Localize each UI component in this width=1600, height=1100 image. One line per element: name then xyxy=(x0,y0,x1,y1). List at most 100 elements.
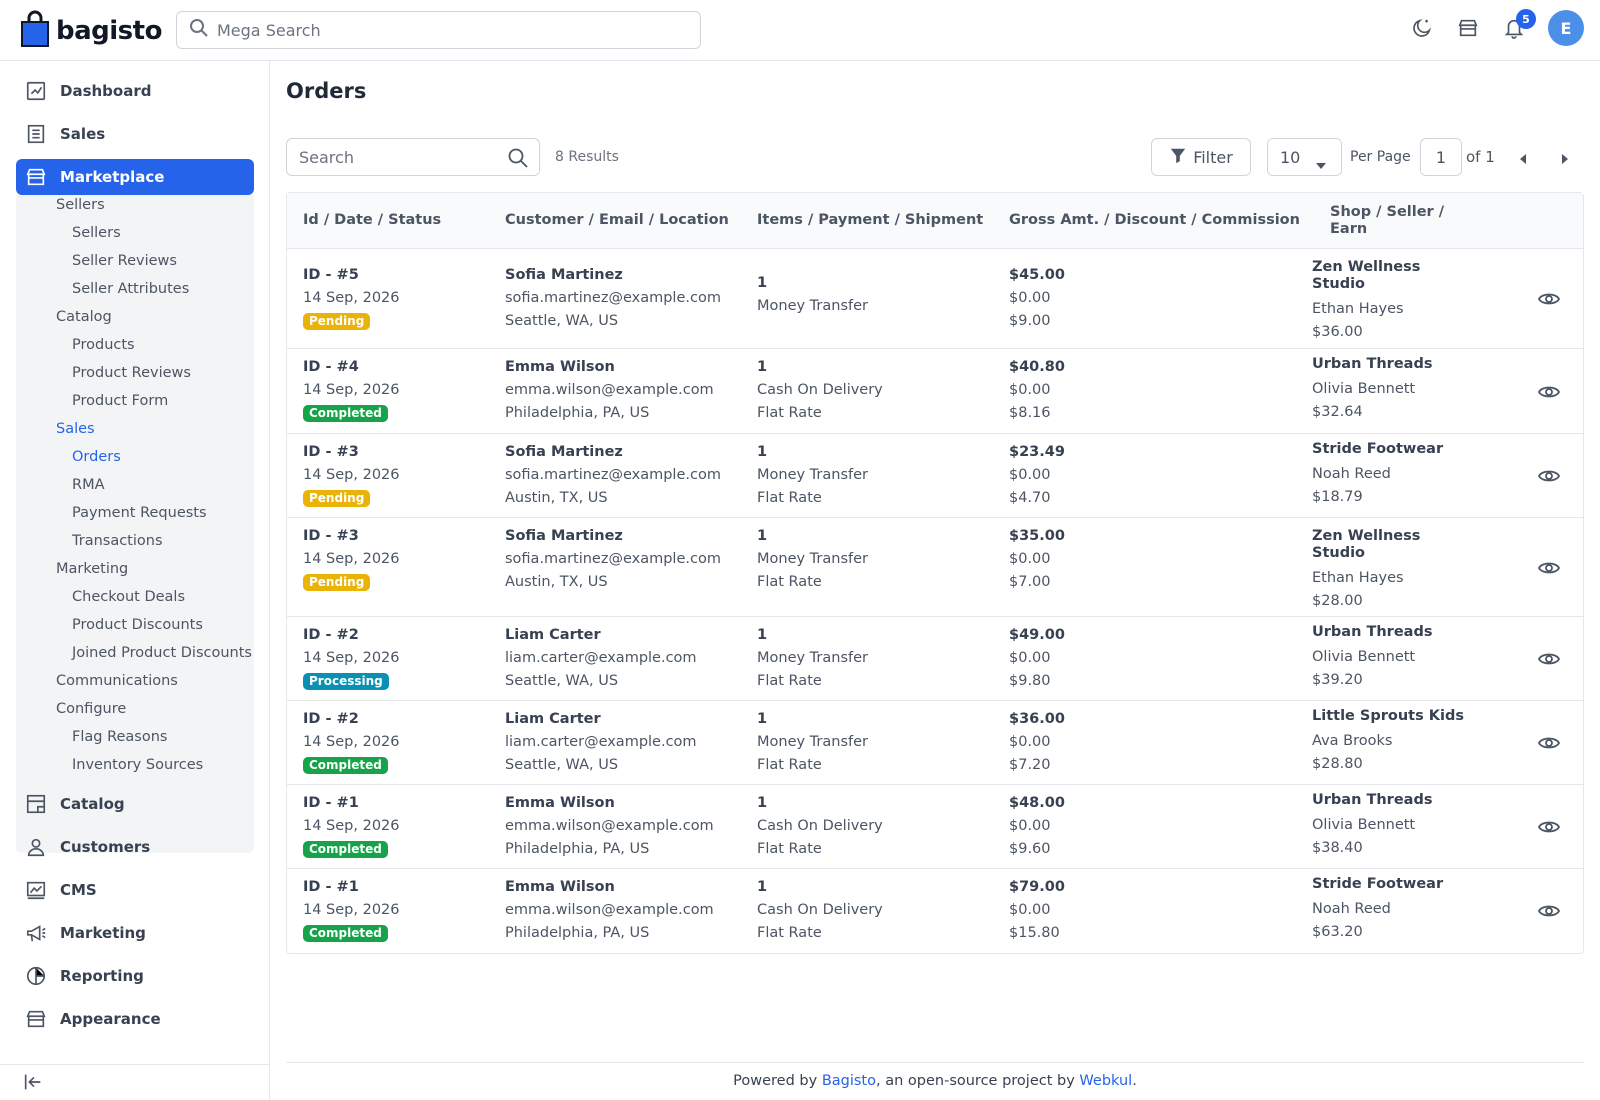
dashboard-icon xyxy=(24,79,48,103)
sidebar-item-marketplace[interactable]: Marketplace xyxy=(16,159,254,195)
order-id: ID - #2 xyxy=(303,711,359,727)
submenu-seller-attributes[interactable]: Seller Attributes xyxy=(72,281,189,297)
submenu-flag-reasons[interactable]: Flag Reasons xyxy=(72,729,167,745)
customers-icon xyxy=(24,835,48,859)
payment-method: Money Transfer xyxy=(757,467,868,483)
dark-mode-toggle-icon[interactable] xyxy=(1410,16,1434,40)
customer-location: Austin, TX, US xyxy=(505,574,608,590)
view-eye-icon[interactable] xyxy=(1537,556,1561,584)
sidebar-item-cms[interactable]: CMS xyxy=(16,872,254,908)
shop-name: Urban Threads xyxy=(1312,356,1433,372)
order-date: 14 Sep, 2026 xyxy=(303,818,400,834)
customer-email: liam.carter@example.com xyxy=(505,650,697,666)
column-header[interactable]: Items / Payment / Shipment xyxy=(757,212,983,228)
submenu-joined-product-discounts[interactable]: Joined Product Discounts xyxy=(72,645,252,661)
table-search-input[interactable] xyxy=(299,147,499,167)
column-header[interactable]: Customer / Email / Location xyxy=(505,212,729,228)
customer-email: emma.wilson@example.com xyxy=(505,382,714,398)
caret-down-icon xyxy=(1315,155,1327,174)
search-icon[interactable] xyxy=(507,147,529,173)
results-count: 8 Results xyxy=(555,149,619,165)
submenu-sellers[interactable]: Sellers xyxy=(56,197,105,213)
customer-name: Emma Wilson xyxy=(505,795,615,811)
seller-earn: $36.00 xyxy=(1312,324,1363,340)
collapse-sidebar-icon[interactable] xyxy=(22,1071,44,1097)
view-eye-icon[interactable] xyxy=(1537,647,1561,675)
submenu-marketing[interactable]: Marketing xyxy=(56,561,128,577)
submenu-configure[interactable]: Configure xyxy=(56,701,126,717)
view-eye-icon[interactable] xyxy=(1537,287,1561,315)
sidebar-item-dashboard[interactable]: Dashboard xyxy=(16,73,254,109)
logo[interactable]: bagisto xyxy=(20,10,162,52)
order-date: 14 Sep, 2026 xyxy=(303,650,400,666)
submenu-product-discounts[interactable]: Product Discounts xyxy=(72,617,203,633)
order-date: 14 Sep, 2026 xyxy=(303,382,400,398)
submenu-communications[interactable]: Communications xyxy=(56,673,178,689)
sidebar-item-catalog[interactable]: Catalog xyxy=(16,786,254,822)
sidebar-item-customers[interactable]: Customers xyxy=(16,829,254,865)
webkul-link[interactable]: Webkul xyxy=(1079,1073,1132,1089)
mega-search[interactable] xyxy=(176,11,701,49)
notification-bell-icon[interactable]: 5 xyxy=(1502,9,1536,40)
notification-badge: 5 xyxy=(1516,9,1536,29)
page-number-input[interactable] xyxy=(1420,138,1462,176)
view-eye-icon[interactable] xyxy=(1537,731,1561,759)
table-search[interactable] xyxy=(286,138,540,176)
customer-name: Liam Carter xyxy=(505,627,601,643)
gross-amount: $36.00 xyxy=(1009,711,1065,727)
view-eye-icon[interactable] xyxy=(1537,464,1561,492)
submenu-products[interactable]: Products xyxy=(72,337,135,353)
discount-amount: $0.00 xyxy=(1009,650,1051,666)
column-header[interactable]: Shop / Seller / Earn xyxy=(1330,204,1470,238)
per-page-select[interactable]: 10 xyxy=(1267,138,1342,176)
filter-button[interactable]: Filter xyxy=(1151,138,1251,176)
order-id: ID - #3 xyxy=(303,444,359,460)
sidebar: Dashboard Sales Marketplace Sellers Sell… xyxy=(0,61,270,1100)
customer-email: sofia.martinez@example.com xyxy=(505,290,721,306)
submenu-inventory-sources[interactable]: Inventory Sources xyxy=(72,757,203,773)
submenu-transactions[interactable]: Transactions xyxy=(72,533,163,549)
view-eye-icon[interactable] xyxy=(1537,899,1561,927)
bagisto-link[interactable]: Bagisto xyxy=(822,1073,876,1089)
gross-amount: $40.80 xyxy=(1009,359,1065,375)
sidebar-item-marketing[interactable]: Marketing xyxy=(16,915,254,951)
order-date: 14 Sep, 2026 xyxy=(303,734,400,750)
submenu-sales[interactable]: Sales xyxy=(56,421,95,437)
submenu-sellers-sellers[interactable]: Sellers xyxy=(72,225,121,241)
submenu-product-reviews[interactable]: Product Reviews xyxy=(72,365,191,381)
table-row: ID - #1 14 Sep, 2026 Completed Emma Wilson e… xyxy=(287,785,1583,869)
view-eye-icon[interactable] xyxy=(1537,815,1561,843)
submenu-product-form[interactable]: Product Form xyxy=(72,393,168,409)
items-count: 1 xyxy=(757,879,768,895)
seller-name: Noah Reed xyxy=(1312,901,1391,917)
customer-email: sofia.martinez@example.com xyxy=(505,551,721,567)
avatar[interactable]: E xyxy=(1548,10,1584,46)
mega-search-input[interactable] xyxy=(217,20,677,40)
sidebar-item-label: Marketplace xyxy=(60,168,165,186)
submenu-seller-reviews[interactable]: Seller Reviews xyxy=(72,253,177,269)
previous-page-icon[interactable] xyxy=(1518,150,1528,169)
payment-method: Cash On Delivery xyxy=(757,818,883,834)
shipment-method: Flat Rate xyxy=(757,673,822,689)
submenu-catalog[interactable]: Catalog xyxy=(56,309,112,325)
view-eye-icon[interactable] xyxy=(1537,380,1561,408)
column-header[interactable]: Gross Amt. / Discount / Commission xyxy=(1009,212,1300,228)
per-page-value: 10 xyxy=(1280,147,1301,167)
sidebar-item-reporting[interactable]: Reporting xyxy=(16,958,254,994)
seller-earn: $39.20 xyxy=(1312,672,1363,688)
storefront-icon[interactable] xyxy=(1456,16,1480,40)
next-page-icon[interactable] xyxy=(1560,150,1570,169)
shipment-method: Flat Rate xyxy=(757,490,822,506)
status-badge: Completed xyxy=(303,841,388,858)
sidebar-item-label: Catalog xyxy=(60,795,125,813)
search-icon xyxy=(189,18,209,42)
sales-icon xyxy=(24,122,48,146)
submenu-payment-requests[interactable]: Payment Requests xyxy=(72,505,207,521)
submenu-orders[interactable]: Orders xyxy=(72,449,121,465)
column-header[interactable]: Id / Date / Status xyxy=(303,212,441,228)
sidebar-item-sales[interactable]: Sales xyxy=(16,116,254,152)
submenu-rma[interactable]: RMA xyxy=(72,477,105,493)
sidebar-item-appearance[interactable]: Appearance xyxy=(16,1001,254,1037)
order-id: ID - #1 xyxy=(303,795,359,811)
submenu-checkout-deals[interactable]: Checkout Deals xyxy=(72,589,185,605)
